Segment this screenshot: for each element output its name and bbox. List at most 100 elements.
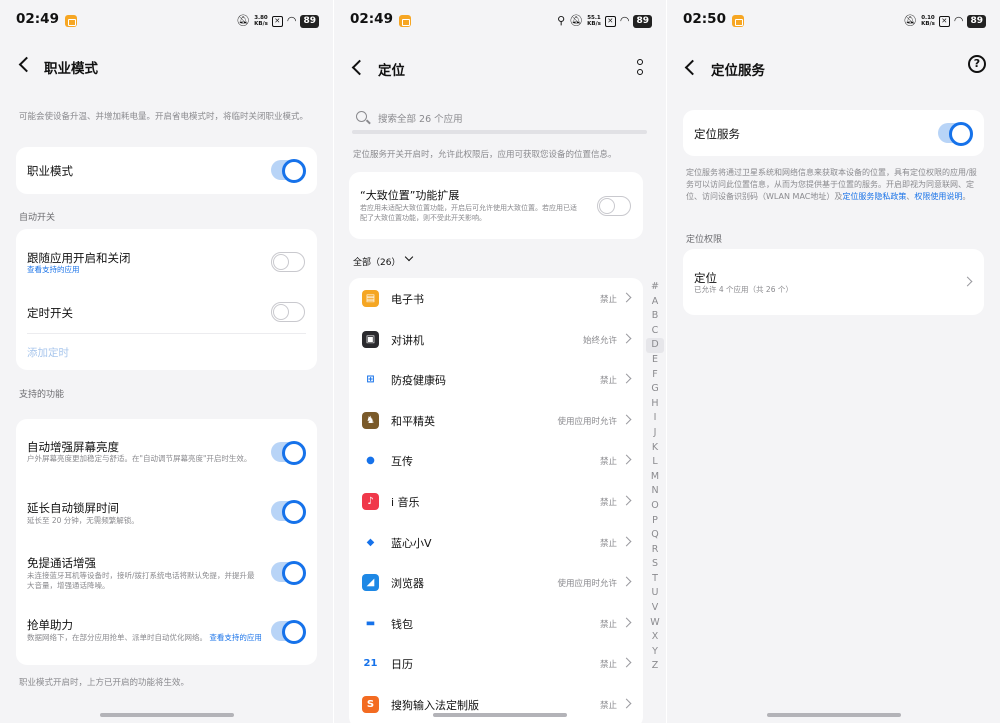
chevron-down-icon[interactable] [405,254,414,263]
alphabet-letter[interactable]: O [646,499,664,514]
home-indicator[interactable] [766,713,901,717]
app-list-item[interactable]: ▣ 对讲机 始终允许 [349,319,643,359]
alphabet-letter[interactable]: C [646,324,664,339]
approx-location-toggle[interactable] [597,196,631,216]
app-name: 和平精英 [391,414,435,428]
app-list-item[interactable]: ▬ 钱包 禁止 [349,603,643,643]
add-timer-button[interactable]: 添加定时 [27,345,69,360]
app-list-item[interactable]: ♪ i 音乐 禁止 [349,481,643,521]
app-list-item[interactable]: S 搜狗输入法定制版 禁止 [349,684,643,723]
alphabet-letter[interactable]: V [646,601,664,616]
location-permission-card[interactable]: 定位 已允许 4 个应用（共 26 个） [683,249,984,315]
ebook-icon: ▤ [362,290,379,307]
alphabet-letter[interactable]: X [646,630,664,645]
alphabet-letter[interactable]: G [646,382,664,397]
app-list-item[interactable]: ◆ 蓝心小V 禁止 [349,522,643,562]
page-title: 定位 [378,63,405,79]
alphabet-letter[interactable]: F [646,368,664,383]
supported-apps-link[interactable]: 查看支持的应用 [209,633,262,642]
alphabet-index[interactable]: # A B C D E F G H I J K L M N O P Q R S T U V W X Y Z [646,280,664,674]
handsfree-toggle[interactable] [271,561,306,585]
feature-desc: 数据网络下，在部分应用抢单、派单时自动优化网络。 查看支持的应用 [27,633,262,642]
app-list-item[interactable]: ⊞ 防疫健康码 禁止 [349,359,643,399]
alphabet-letter[interactable]: # [646,280,664,295]
alphabet-letter[interactable]: P [646,514,664,529]
app-list-item[interactable]: ● 互传 禁止 [349,440,643,480]
alphabet-letter[interactable]: J [646,426,664,441]
timer-row[interactable]: 定时开关 [16,291,317,331]
alphabet-letter[interactable]: N [646,484,664,499]
alphabet-letter[interactable]: H [646,397,664,412]
order-boost-toggle[interactable] [271,620,306,644]
app-name: 电子书 [391,293,424,306]
alphabet-letter[interactable]: D [646,338,664,353]
chevron-right-icon [623,455,632,464]
professional-mode-toggle[interactable] [271,159,306,183]
intro-text: 可能会使设备升温、并增加耗电量。开启省电模式时，将临时关闭职业模式。 [19,112,309,122]
alphabet-letter[interactable]: M [646,470,664,485]
alphabet-letter[interactable]: Q [646,528,664,543]
privacy-policy-link[interactable]: 定位服务隐私政策 [842,192,906,201]
music-icon: ♪ [362,493,379,510]
status-time: 02:50 [683,11,726,27]
follow-app-row[interactable]: 跟随应用开启和关闭 查看支持的应用 [16,229,317,291]
search-input[interactable]: 搜索全部 26 个应用 [378,111,463,125]
battery-level: 89 [633,14,652,28]
permission-notes-link[interactable]: 权限使用说明 [914,192,962,201]
search-bar[interactable]: 搜索全部 26 个应用 [352,104,647,134]
app-list-item[interactable]: 21 日历 禁止 [349,643,643,683]
chevron-right-icon [623,293,632,302]
screen-location-service: 02:50 🔕︎ 0.10 KB/s ✕ ◠ 89 定位服务 ? 定位服务 定位服… [667,0,1000,723]
back-button[interactable] [17,56,33,72]
follow-app-toggle[interactable] [271,252,305,272]
alphabet-letter[interactable]: A [646,295,664,310]
feature-desc: 延长至 20 分钟，无需频繁解锁。 [27,516,139,525]
alphabet-letter[interactable]: Z [646,659,664,674]
status-time: 02:49 [350,11,393,27]
app-list-item[interactable]: ▤ 电子书 禁止 [349,278,643,318]
alphabet-letter[interactable]: L [646,455,664,470]
features-card: 自动增强屏幕亮度 户外屏幕亮度更加稳定与舒适。在"自动调节屏幕亮度"开启时生效。… [16,419,317,665]
share-icon: ● [362,452,379,470]
app-name: 钱包 [391,617,413,631]
timer-toggle[interactable] [271,302,305,322]
more-options-icon[interactable] [636,59,644,77]
screen-lock-toggle[interactable] [271,500,306,524]
alphabet-letter[interactable]: S [646,557,664,572]
alphabet-letter[interactable]: W [646,616,664,631]
feature-row[interactable]: 延长自动锁屏时间 延长至 20 分钟，无需频繁解锁。 [16,479,317,541]
alphabet-letter[interactable]: K [646,441,664,456]
help-icon[interactable]: ? [968,55,986,73]
notification-icon [65,15,77,27]
alphabet-letter[interactable]: U [646,586,664,601]
alphabet-letter[interactable]: R [646,543,664,558]
intro-text: 定位服务开关开启时，允许此权限后，应用可获取您设备的位置信息。 [353,150,617,160]
alphabet-letter[interactable]: T [646,572,664,587]
brightness-toggle[interactable] [271,441,306,465]
walkie-talkie-icon: ▣ [362,330,379,348]
app-list-item[interactable]: ◢ 浏览器 使用应用时允许 [349,562,643,602]
alphabet-letter[interactable]: B [646,309,664,324]
feature-row[interactable]: 免提通话增强 未连接蓝牙耳机等设备时，接听/拨打系统电话将默认免提，并提升最大音… [16,541,317,603]
alphabet-letter[interactable]: Y [646,645,664,660]
app-filter[interactable]: 全部（26） [353,255,400,268]
feature-row[interactable]: 自动增强屏幕亮度 户外屏幕亮度更加稳定与舒适。在"自动调节屏幕亮度"开启时生效。 [16,419,317,479]
app-permission-status: 禁止 [599,295,617,305]
feature-row[interactable]: 抢单助力 数据网络下，在部分应用抢单、派单时自动优化网络。 查看支持的应用 [16,603,317,665]
alphabet-letter[interactable]: E [646,353,664,368]
home-indicator[interactable] [99,713,234,717]
app-list-item[interactable]: ♞ 和平精英 使用应用时允许 [349,400,643,440]
supported-apps-link[interactable]: 查看支持的应用 [27,265,80,275]
location-service-toggle[interactable] [938,122,973,146]
back-button[interactable] [350,59,366,75]
feature-desc: 未连接蓝牙耳机等设备时，接听/拨打系统电话将默认免提，并提升最大音量，增强通话降… [27,571,255,590]
search-icon [356,111,367,122]
screen-location-apps: 02:49 ⚲ 🔕︎ 55.1 KB/s ✕ ◠ 89 定位 搜索全部 26 个应… [334,0,666,723]
feature-title: 抢单助力 [27,618,73,632]
alphabet-letter[interactable]: I [646,411,664,426]
back-button[interactable] [683,59,699,75]
home-indicator[interactable] [433,713,567,717]
divider [27,333,306,334]
app-permission-status: 禁止 [599,660,617,671]
section-features: 支持的功能 [19,390,65,400]
